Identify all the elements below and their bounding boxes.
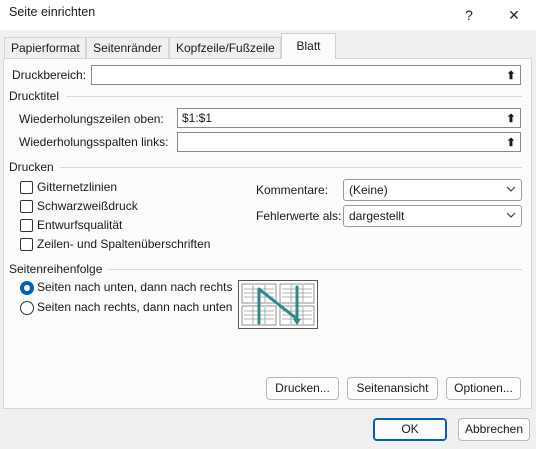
error-values-label: Fehlerwerte als: — [256, 209, 342, 223]
tab-papierformat[interactable]: Papierformat — [4, 37, 86, 58]
print-area-input[interactable]: ⬆ — [91, 65, 521, 85]
chevron-down-icon — [506, 212, 516, 218]
ok-button[interactable]: OK — [373, 418, 447, 441]
gridlines-checkbox[interactable] — [20, 181, 33, 194]
blackwhite-label: Schwarzweißdruck — [37, 199, 138, 213]
divider — [60, 167, 522, 168]
down-then-over-label: Seiten nach unten, dann nach rechts — [37, 280, 233, 294]
comments-select[interactable]: (Keine) — [343, 179, 522, 201]
over-then-down-label: Seiten nach rechts, dann nach unten — [37, 300, 233, 314]
page-order-diagram-icon — [241, 283, 315, 326]
over-then-down-radio[interactable] — [20, 301, 34, 315]
rows-repeat-input[interactable]: $1:$1 ⬆ — [177, 108, 521, 128]
rows-repeat-label: Wiederholungszeilen oben: — [19, 112, 164, 126]
error-values-value: dargestellt — [349, 209, 405, 223]
error-values-select[interactable]: dargestellt — [343, 205, 522, 227]
down-then-over-radio[interactable] — [20, 281, 34, 295]
rows-repeat-collapse-button[interactable]: ⬆ — [502, 109, 520, 127]
draft-quality-checkbox[interactable] — [20, 219, 33, 232]
row-col-headings-checkbox[interactable] — [20, 238, 33, 251]
help-button[interactable]: ? — [447, 0, 491, 30]
page-order-heading: Seitenreihenfolge — [9, 262, 103, 276]
divider — [108, 269, 522, 270]
print-button[interactable]: Drucken... — [266, 377, 339, 400]
arrow-up-icon: ⬆ — [506, 136, 516, 149]
options-button[interactable]: Optionen... — [446, 377, 521, 400]
cols-repeat-label: Wiederholungsspalten links: — [19, 135, 169, 149]
print-section-heading: Drucken — [9, 160, 54, 174]
dialog-title: Seite einrichten — [9, 5, 96, 19]
comments-value: (Keine) — [349, 183, 388, 197]
print-preview-button[interactable]: Seitenansicht — [347, 377, 438, 400]
cols-repeat-collapse-button[interactable]: ⬆ — [502, 133, 520, 151]
tab-kopfzeile-fusszeile[interactable]: Kopfzeile/Fußzeile — [169, 37, 281, 58]
gridlines-label: Gitternetzlinien — [37, 180, 118, 194]
tab-blatt[interactable]: Blatt — [281, 33, 336, 59]
print-titles-heading: Drucktitel — [9, 89, 60, 103]
draft-quality-label: Entwurfsqualität — [37, 218, 123, 232]
divider — [66, 96, 522, 97]
comments-label: Kommentare: — [256, 183, 329, 197]
rows-repeat-value: $1:$1 — [182, 111, 213, 125]
print-area-label: Druckbereich: — [12, 68, 87, 82]
page-order-preview — [238, 280, 318, 329]
cols-repeat-input[interactable]: ⬆ — [177, 132, 521, 152]
cancel-button[interactable]: Abbrechen — [458, 418, 530, 441]
chevron-down-icon — [506, 186, 516, 192]
tab-seitenraender[interactable]: Seitenränder — [86, 37, 169, 58]
print-area-collapse-button[interactable]: ⬆ — [502, 66, 520, 84]
blackwhite-checkbox[interactable] — [20, 200, 33, 213]
arrow-up-icon: ⬆ — [506, 112, 516, 125]
arrow-up-icon: ⬆ — [506, 69, 516, 82]
row-col-headings-label: Zeilen- und Spaltenüberschriften — [37, 237, 211, 251]
close-button[interactable]: ✕ — [492, 0, 536, 30]
